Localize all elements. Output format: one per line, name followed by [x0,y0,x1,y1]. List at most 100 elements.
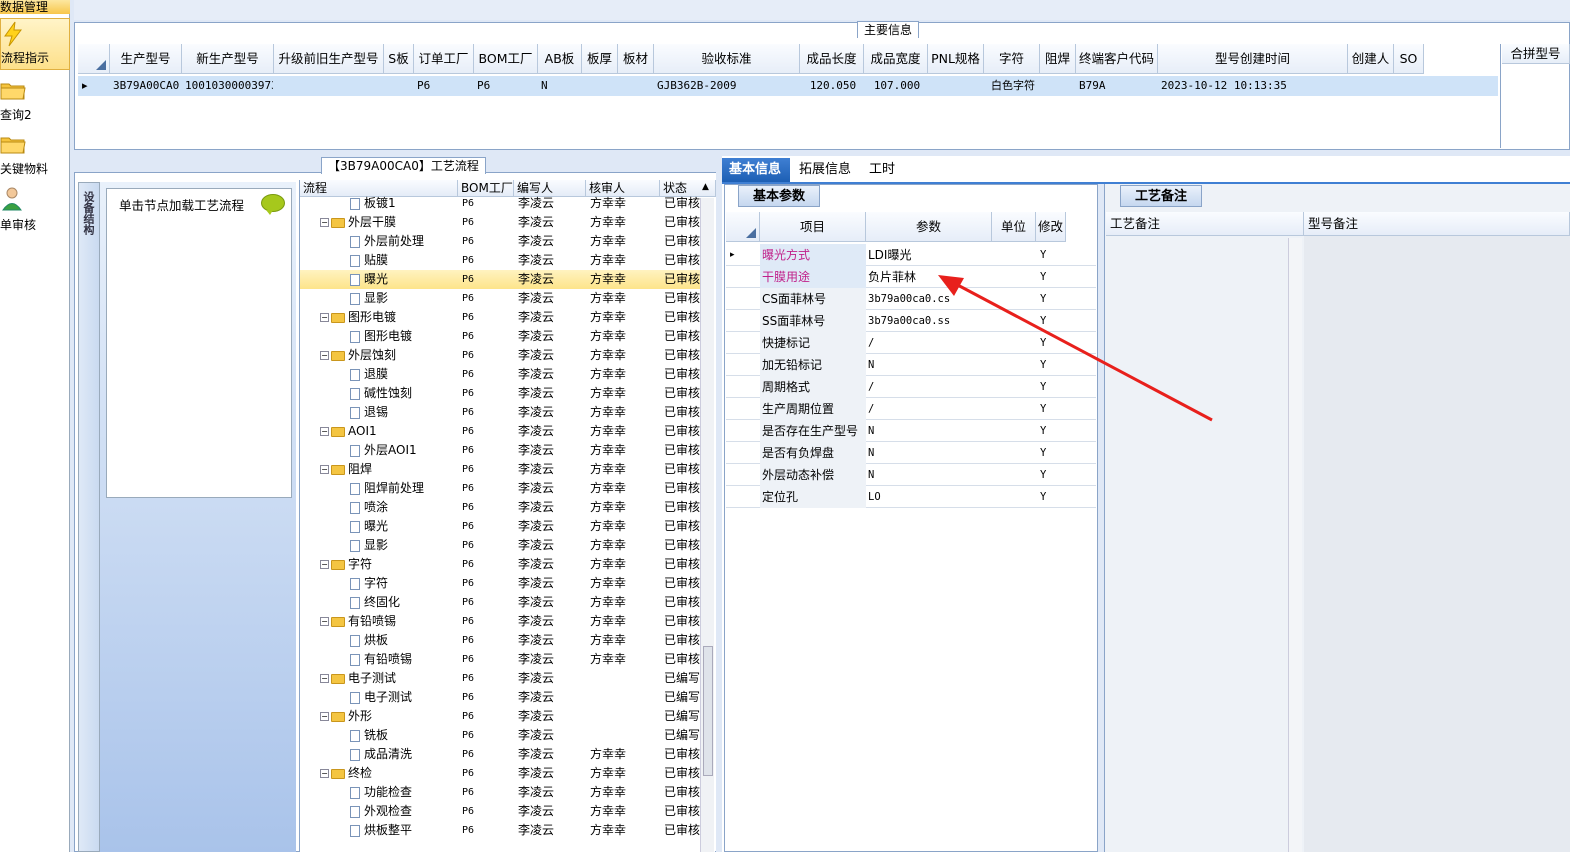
tree-row[interactable]: 碱性蚀刻 P6 李凌云 方幸幸 已审核 [300,384,700,403]
tree-row[interactable]: − 外层干膜 P6 李凌云 方幸幸 已审核 [300,213,700,232]
tree-node[interactable]: − 电子测试 [320,669,456,688]
table-cell[interactable]: 白色字符 [987,76,1039,96]
grid-corner[interactable] [726,212,760,242]
table-cell[interactable]: GJB362B-2009 [657,76,799,96]
column-header[interactable]: 阻焊 [1040,44,1076,74]
tree-node[interactable]: 成品清洗 [350,745,456,764]
tree-row[interactable]: 贴膜 P6 李凌云 方幸幸 已审核 [300,251,700,270]
table-cell[interactable] [931,76,983,96]
tree-node[interactable]: 有铅喷锡 [350,650,456,669]
tree-row[interactable]: − 字符 P6 李凌云 方幸幸 已审核 [300,555,700,574]
tree-row[interactable]: 阻焊前处理 P6 李凌云 方幸幸 已审核 [300,479,700,498]
tree-node[interactable]: 显影 [350,289,456,308]
params-section-tab[interactable]: 基本参数 [738,185,821,207]
param-value[interactable]: N [866,442,992,464]
table-cell[interactable] [1043,76,1075,96]
table-cell[interactable]: 10010300003973 [185,76,273,96]
column-header[interactable]: SO [1394,44,1424,74]
tree-row[interactable]: 图形电镀 P6 李凌云 方幸幸 已审核 [300,327,700,346]
tree-row[interactable]: 曝光 P6 李凌云 方幸幸 已审核 [300,517,700,536]
model-notes-area[interactable] [1304,236,1570,852]
tree-node[interactable]: − 终检 [320,764,456,783]
param-row[interactable]: 外层动态补偿 N Y [726,464,1096,486]
scroll-up-icon[interactable]: ▲ [702,182,709,192]
param-modify[interactable]: Y [1040,442,1066,464]
tree-node[interactable]: 烘板 [350,631,456,650]
column-header[interactable]: S板 [384,44,414,74]
param-row[interactable]: 定位孔 LO Y [726,486,1096,508]
tree-scrollbar[interactable] [700,198,714,852]
tree-row[interactable]: 喷涂 P6 李凌云 方幸幸 已审核 [300,498,700,517]
tree-node[interactable]: 板镀1 [350,194,456,213]
param-modify[interactable]: Y [1040,486,1066,508]
tree-row[interactable]: 烘板整平 P6 李凌云 方幸幸 已审核 [300,821,700,840]
column-header[interactable]: 型号备注 [1304,212,1570,236]
column-header[interactable]: 生产型号 [110,44,182,74]
tree-row[interactable]: − 终检 P6 李凌云 方幸幸 已审核 [300,764,700,783]
table-cell[interactable]: 107.000 [867,76,927,96]
tree-row[interactable]: 外层AOI1 P6 李凌云 方幸幸 已审核 [300,441,700,460]
collapse-icon[interactable]: − [320,674,329,683]
tree-node[interactable]: − 外形 [320,707,456,726]
column-header[interactable]: 验收标准 [654,44,800,74]
table-cell[interactable] [277,76,383,96]
tree-node[interactable]: − 外层蚀刻 [320,346,456,365]
collapse-icon[interactable]: − [320,313,329,322]
tree-row[interactable]: − 外层蚀刻 P6 李凌云 方幸幸 已审核 [300,346,700,365]
tree-row[interactable]: 终固化 P6 李凌云 方幸幸 已审核 [300,593,700,612]
column-header[interactable]: 参数 [866,212,992,242]
tree-row[interactable]: 铣板 P6 李凌云 已编写 [300,726,700,745]
table-cell[interactable]: 3B79A00CA0 [113,76,181,96]
tree-node[interactable]: 外观检查 [350,802,456,821]
tree-node[interactable]: 曝光 [350,517,456,536]
tree-node[interactable]: 曝光 [350,270,456,289]
tree-node[interactable]: 功能检查 [350,783,456,802]
tree-row[interactable]: 曝光 P6 李凌云 方幸幸 已审核 [300,270,700,289]
tree-row[interactable]: − 阻焊 P6 李凌云 方幸幸 已审核 [300,460,700,479]
table-cell[interactable] [621,76,653,96]
tree-node[interactable]: − 字符 [320,555,456,574]
tree-row[interactable]: − 有铅喷锡 P6 李凌云 方幸幸 已审核 [300,612,700,631]
collapse-icon[interactable]: − [320,769,329,778]
scrollbar-thumb[interactable] [703,646,713,776]
tree-row[interactable]: 外层前处理 P6 李凌云 方幸幸 已审核 [300,232,700,251]
tab-work-hours[interactable]: 工时 [862,158,902,182]
column-header[interactable]: 修改 [1036,212,1066,242]
notes-section-tab[interactable]: 工艺备注 [1120,185,1203,207]
tree-node[interactable]: 电子测试 [350,688,456,707]
column-header[interactable]: 项目 [760,212,866,242]
tree-node[interactable]: 终固化 [350,593,456,612]
param-value[interactable]: LO [866,486,992,508]
tree-row[interactable]: − AOI1 P6 李凌云 方幸幸 已审核 [300,422,700,441]
column-header[interactable]: 终端客户代码 [1076,44,1158,74]
table-cell[interactable]: P6 [477,76,537,96]
collapse-icon[interactable]: − [320,465,329,474]
tree-row[interactable]: − 电子测试 P6 李凌云 已编写 [300,669,700,688]
param-row[interactable]: ▸ 曝光方式 LDI曝光 Y [726,244,1096,266]
sidebar-item-key-material[interactable]: 关键物料 [0,130,70,182]
tree-node[interactable]: − 有铅喷锡 [320,612,456,631]
tree-row[interactable]: − 外形 P6 李凌云 已编写 [300,707,700,726]
tree-row[interactable]: 显影 P6 李凌云 方幸幸 已审核 [300,289,700,308]
column-header[interactable]: PNL规格 [928,44,984,74]
tree-node[interactable]: 显影 [350,536,456,555]
tree-row[interactable]: 成品清洗 P6 李凌云 方幸幸 已审核 [300,745,700,764]
param-unit[interactable] [992,486,1036,508]
vertical-tab-equipment[interactable]: 设备结构 [78,182,100,852]
column-header[interactable]: 板材 [618,44,654,74]
grid-corner[interactable] [78,44,110,74]
sidebar-item-order-review[interactable]: 单审核 [0,184,70,236]
column-header[interactable]: 订单工厂 [414,44,474,74]
tree-node[interactable]: 外层前处理 [350,232,456,251]
tree-node[interactable]: 退锡 [350,403,456,422]
table-cell[interactable] [1397,76,1423,96]
tree-node[interactable]: 退膜 [350,365,456,384]
tree-row[interactable]: 退锡 P6 李凌云 方幸幸 已审核 [300,403,700,422]
column-header[interactable]: 创建人 [1348,44,1394,74]
table-cell[interactable] [585,76,617,96]
param-unit[interactable] [992,442,1036,464]
param-unit[interactable] [992,464,1036,486]
tree-node[interactable]: 烘板整平 [350,821,456,840]
column-header[interactable]: 新生产型号 [182,44,274,74]
tree-node[interactable]: 铣板 [350,726,456,745]
